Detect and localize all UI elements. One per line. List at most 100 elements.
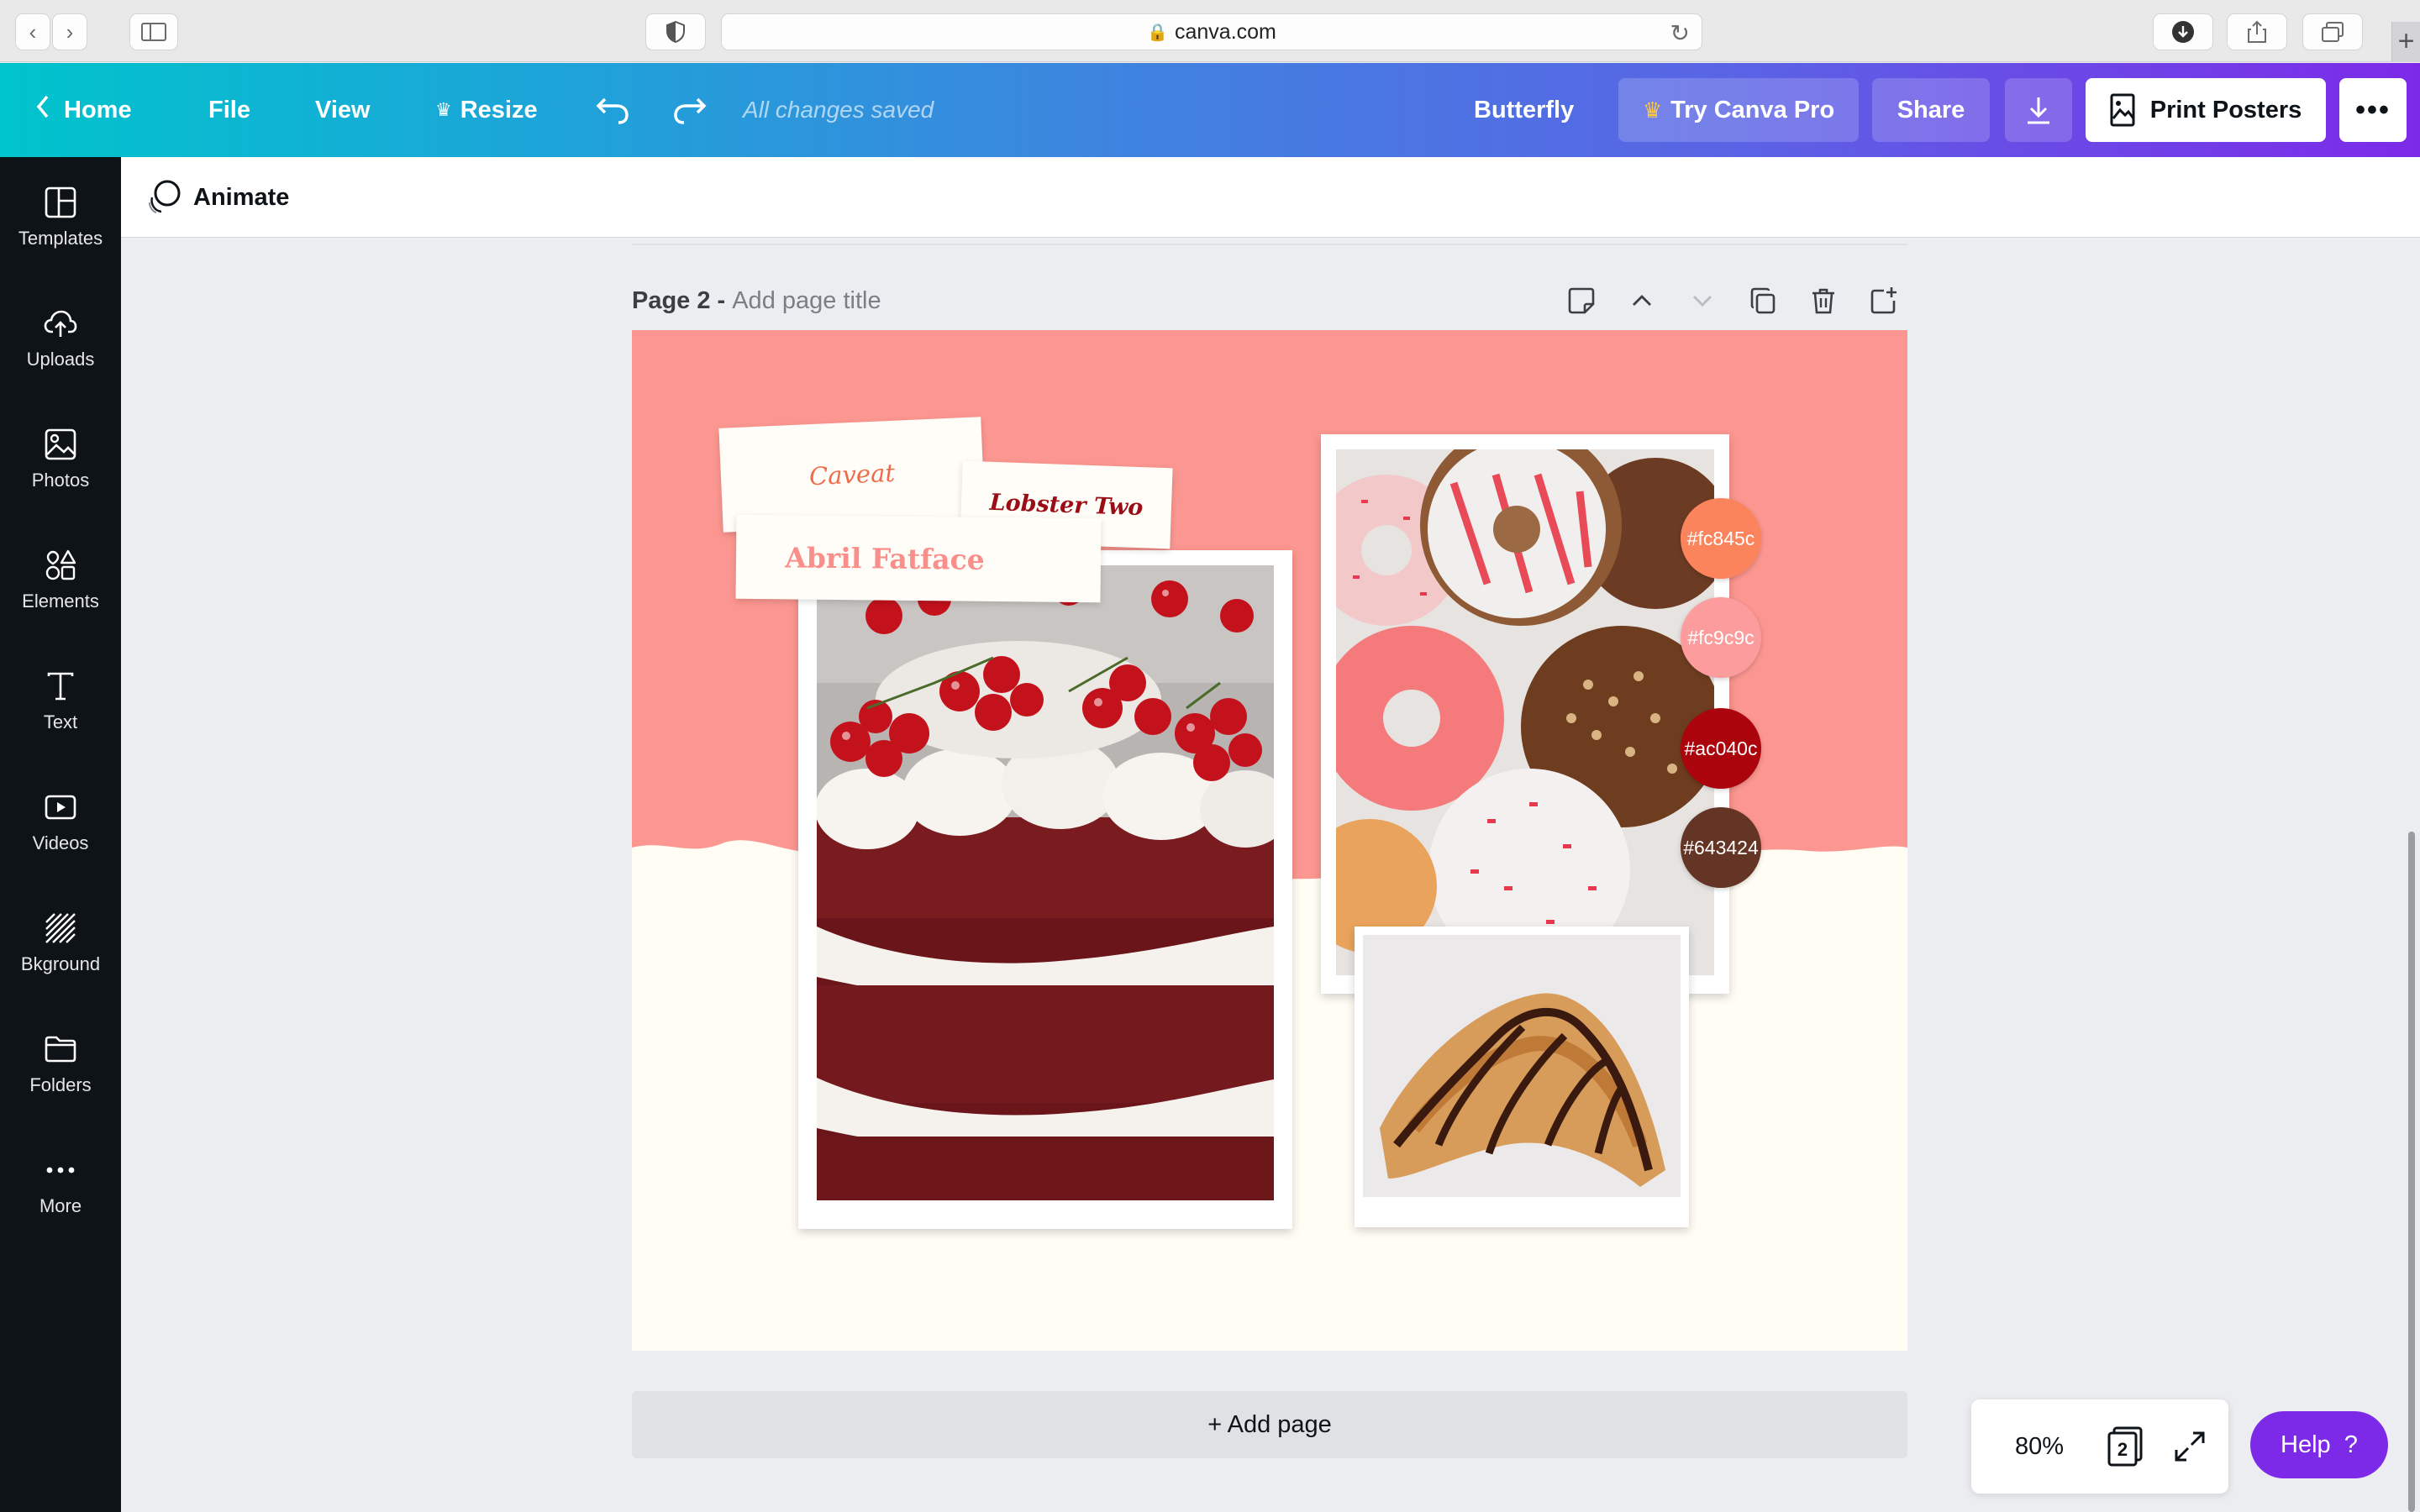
folder-icon [45,1036,76,1063]
file-menu[interactable]: File [208,63,250,157]
forward-button[interactable]: › [52,13,87,50]
page-title-input[interactable]: Add page title [732,287,881,315]
swatch-hex: #ac040c [1684,737,1758,759]
download-button[interactable] [2005,78,2072,142]
sidebar-item-elements[interactable]: Elements [0,530,121,631]
try-canva-pro-button[interactable]: ♛ Try Canva Pro [1618,78,1859,142]
design-canvas[interactable]: Caveat Lobster Two Abril Fatface #fc845c… [632,330,1907,1351]
new-tab-button[interactable]: + [2391,22,2420,62]
address-bar[interactable]: 🔒 canva.com ↻ [721,13,1702,50]
resize-label: Resize [460,96,538,123]
zoom-level[interactable]: 80% [2015,1399,2064,1494]
try-pro-label: Try Canva Pro [1670,96,1835,123]
expand-icon [2175,1431,2205,1462]
color-swatch-1[interactable]: #fc845c [1681,498,1761,579]
save-status: All changes saved [743,97,934,123]
color-swatch-3[interactable]: #ac040c [1681,708,1761,789]
sidebar-item-label: Folders [29,1074,92,1095]
context-toolbar: Animate [121,157,2420,238]
url-text: canva.com [1175,19,1276,44]
play-icon [45,795,76,820]
downloads-button[interactable] [2153,13,2213,50]
help-button[interactable]: Help ? [2250,1411,2388,1478]
move-page-up-button[interactable] [1623,282,1660,319]
chevron-left-icon [34,93,52,127]
sidebar-toggle-button[interactable] [129,13,178,50]
abril-fatface-font-card[interactable]: Abril Fatface [735,514,1102,603]
page-number: Page 2 - [632,286,726,314]
croissant-image[interactable] [1363,935,1681,1197]
red-velvet-cake-image[interactable] [817,565,1274,1200]
lobster-two-label: Lobster Two [989,489,1144,521]
sidebar-item-label: Uploads [26,349,95,370]
poster-icon [2110,93,2135,127]
more-options-button[interactable]: ••• [2339,78,2407,142]
page-grid-button[interactable]: 2 [2104,1425,2146,1468]
croissant-photo-frame[interactable] [1355,927,1689,1227]
print-label: Print Posters [2149,96,2302,123]
undo-button[interactable] [595,63,630,157]
color-swatch-2[interactable]: #fc9c9c [1681,597,1761,678]
page-count: 2 [2117,1439,2128,1460]
donut-photo-frame[interactable] [1321,434,1729,994]
copy-icon [1750,287,1776,314]
delete-page-button[interactable] [1805,282,1842,319]
sidebar-icon [141,23,166,41]
crown-icon: ♛ [1642,97,1663,123]
sidebar-item-label: Templates [18,228,103,249]
duplicate-page-button[interactable] [1744,282,1781,319]
add-page-button[interactable]: + Add page [632,1391,1907,1458]
sidebar-item-more[interactable]: More [0,1135,121,1236]
add-page-label: + Add page [1207,1410,1332,1438]
left-sidebar: Templates Uploads Photos Elements Text V… [0,157,121,1512]
canvas-scrollbar[interactable] [2408,832,2415,1512]
fullscreen-button[interactable] [2173,1430,2207,1463]
print-posters-button[interactable]: Print Posters [2086,78,2326,142]
sidebar-item-videos[interactable]: Videos [0,772,121,873]
sidebar-item-text[interactable]: Text [0,651,121,752]
tabs-icon [2322,22,2344,42]
back-button[interactable]: ‹ [15,13,50,50]
privacy-shield-button[interactable] [645,13,706,50]
reload-icon[interactable]: ↻ [1670,19,1690,47]
move-page-down-button[interactable] [1684,282,1721,319]
view-menu[interactable]: View [315,63,371,157]
cake-photo-frame[interactable] [798,550,1292,1229]
page-header: Page 2 - Add page title [632,284,881,318]
image-icon [45,428,76,460]
redo-button[interactable] [672,63,708,157]
sidebar-item-label: Text [43,711,78,732]
sidebar-item-label: Bkground [20,953,101,974]
add-new-page-button[interactable] [1865,282,1902,319]
share-sheet-button[interactable] [2227,13,2287,50]
tabs-overview-button[interactable] [2302,13,2363,50]
sidebar-item-label: Elements [22,591,99,612]
chevron-up-icon [1633,295,1651,306]
help-label: Help ? [2281,1431,2358,1458]
view-label: View [315,96,371,123]
caveat-label: Caveat [808,458,896,491]
shield-icon [666,21,685,43]
shapes-icon [45,549,76,580]
sidebar-item-photos[interactable]: Photos [0,409,121,510]
sidebar-item-folders[interactable]: Folders [0,1014,121,1115]
home-button[interactable]: Home [34,63,132,157]
sticky-note-icon [1568,287,1595,314]
share-icon [2248,20,2266,43]
sidebar-item-uploads[interactable]: Uploads [0,288,121,389]
page-notes-button[interactable] [1563,282,1600,319]
donuts-image[interactable] [1336,449,1714,975]
animate-button[interactable]: Animate [145,157,289,238]
share-button[interactable]: Share [1872,78,1990,142]
color-swatch-4[interactable]: #643424 [1681,807,1761,888]
editor-topbar: Home File View ♛ Resize All changes save… [0,63,2420,157]
design-name[interactable]: Butterfly [1474,63,1574,157]
sidebar-item-templates[interactable]: Templates [0,167,121,268]
undo-icon [596,97,629,124]
swatch-hex: #fc9c9c [1687,626,1754,648]
abril-fatface-label: Abril Fatface [785,540,985,576]
resize-button[interactable]: ♛ Resize [435,63,538,157]
redo-icon [674,97,707,124]
sidebar-item-background[interactable]: Bkground [0,893,121,994]
download-icon [2028,97,2049,124]
